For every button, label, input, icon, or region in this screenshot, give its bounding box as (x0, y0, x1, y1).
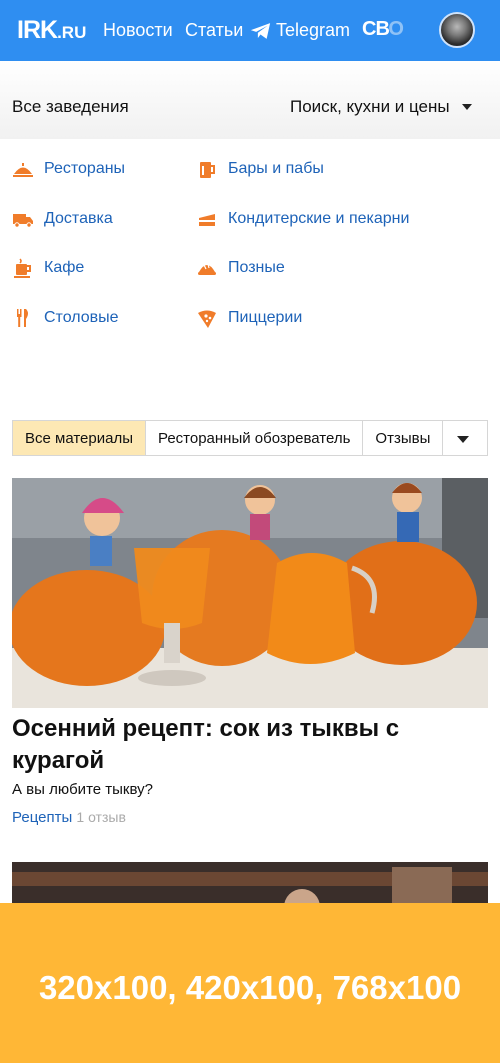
article-review-count[interactable]: 1 отзыв (76, 809, 126, 825)
content-tabs: Все материалы Ресторанный обозреватель О… (12, 420, 488, 456)
category-label: Столовые (44, 309, 119, 326)
beer-icon (196, 158, 218, 180)
search-cuisine-price-dropdown[interactable]: Поиск, кухни и цены (290, 97, 450, 117)
category-label: Кондитерские и пекарни (228, 210, 410, 227)
svo-label: СВ (362, 18, 389, 40)
category-label: Пиццерии (228, 309, 303, 326)
tab-reviews[interactable]: Отзывы (363, 421, 444, 455)
tabs-more-button[interactable] (443, 421, 487, 455)
top-header: IRK.RU Новости Статьи Telegram СВО (0, 0, 500, 61)
cake-icon (196, 208, 218, 230)
category-canteens[interactable]: Столовые (12, 306, 119, 330)
coffee-icon (12, 257, 34, 279)
category-bars[interactable]: Бары и пабы (196, 157, 324, 181)
category-cafe[interactable]: Кафе (12, 256, 84, 280)
all-venues-filter[interactable]: Все заведения (12, 97, 129, 117)
pizza-icon (196, 307, 218, 329)
category-restaurants[interactable]: Рестораны (12, 157, 125, 181)
ad-size-text: 320x100, 420x100, 768x100 (38, 969, 462, 1006)
dumpling-icon (196, 257, 218, 279)
ad-banner[interactable]: 320x100, 420x100, 768x100 (0, 903, 500, 1063)
cutlery-icon (12, 307, 34, 329)
article-meta: Рецепты 1 отзыв (12, 809, 126, 826)
category-confectionery[interactable]: Кондитерские и пекарни (196, 207, 409, 231)
category-label: Бары и пабы (228, 160, 324, 177)
svo-link[interactable]: СВО (362, 18, 404, 41)
tab-restaurant-reviewer[interactable]: Ресторанный обозреватель (146, 421, 364, 455)
logo-suffix: .RU (57, 23, 87, 42)
pumpkin-juice-photo (12, 478, 488, 708)
filter-bar: Все заведения Поиск, кухни и цены (0, 61, 500, 139)
category-label: Позные (228, 259, 285, 276)
nav-articles-link[interactable]: Статьи (185, 20, 243, 41)
nav-telegram-link[interactable]: Telegram (276, 20, 350, 41)
category-label: Рестораны (44, 160, 126, 177)
chevron-down-icon[interactable] (462, 104, 472, 110)
category-poznye[interactable]: Позные (196, 256, 285, 280)
article-subtitle: А вы любите тыкву? (12, 781, 153, 798)
category-label: Кафе (44, 259, 85, 276)
nav-news-link[interactable]: Новости (103, 20, 173, 41)
logo-main: IRK (17, 16, 58, 44)
article-category-link[interactable]: Рецепты (12, 809, 72, 826)
category-label: Доставка (44, 210, 113, 227)
article-image[interactable] (12, 478, 488, 708)
user-avatar[interactable] (439, 12, 475, 48)
category-pizzerias[interactable]: Пиццерии (196, 306, 302, 330)
article-title[interactable]: Осенний рецепт: сок из тыквы с курагой (12, 713, 488, 777)
site-logo[interactable]: IRK.RU (17, 16, 86, 45)
category-delivery[interactable]: Доставка (12, 207, 113, 231)
truck-icon (12, 208, 34, 230)
chevron-down-icon (457, 436, 470, 443)
svo-label-o: О (388, 18, 404, 40)
cloche-icon (12, 158, 34, 180)
tab-all-materials[interactable]: Все материалы (13, 421, 146, 455)
telegram-icon[interactable] (250, 22, 271, 40)
